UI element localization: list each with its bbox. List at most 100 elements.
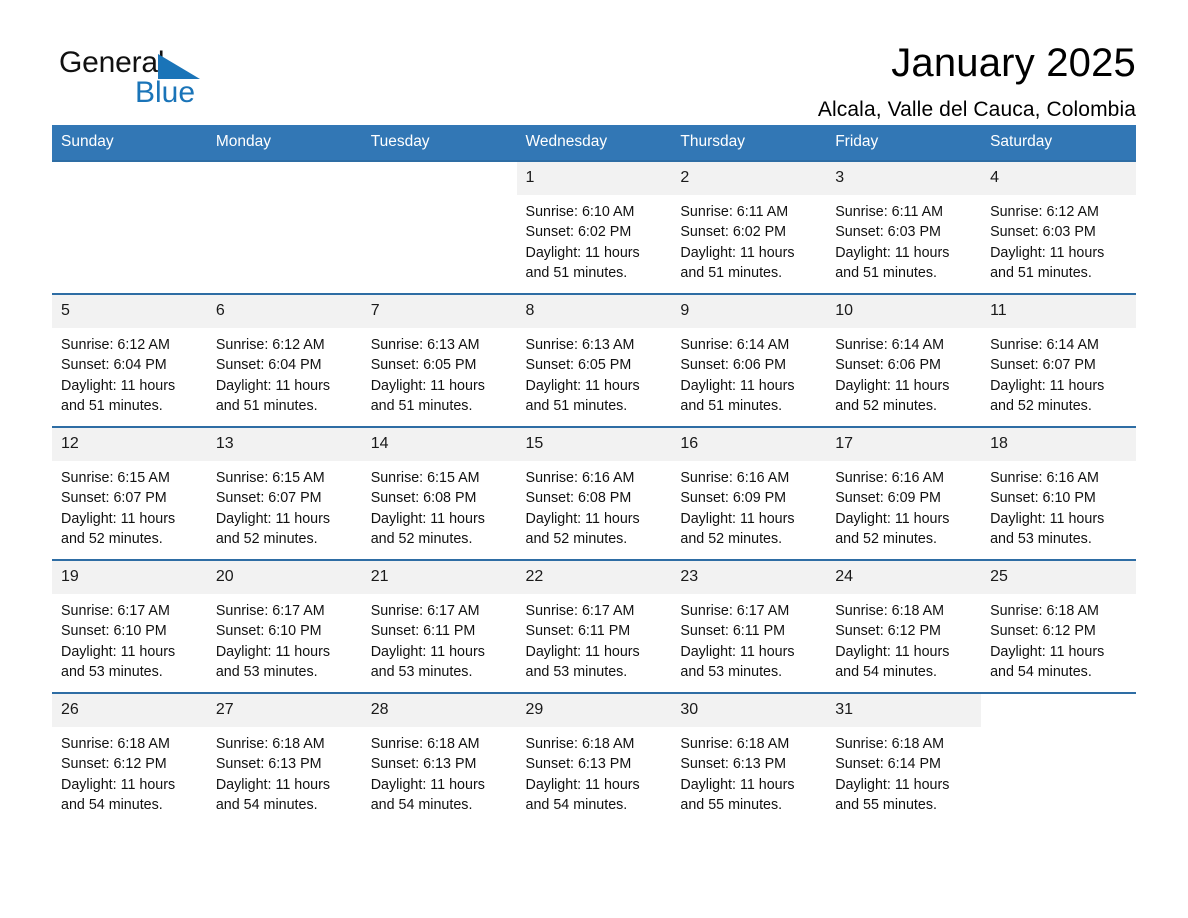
sunset-time: Sunset: 6:10 PM bbox=[990, 490, 1096, 507]
day-number: 7 bbox=[361, 295, 517, 328]
sunset-time: Sunset: 6:10 PM bbox=[61, 623, 167, 640]
day-details: Sunrise: 6:17 AM Sunset: 6:11 PM Daylight:… bbox=[362, 594, 517, 682]
daylight-duration-line2: and 52 minutes. bbox=[835, 397, 937, 414]
sunrise-time: Sunrise: 6:14 AM bbox=[680, 337, 790, 353]
day-number: 20 bbox=[206, 561, 362, 594]
calendar-day-cell[interactable]: 11 Sunrise: 6:14 AM Sunset: 6:07 PM Dayligh… bbox=[981, 293, 1136, 426]
calendar-day-cell[interactable]: 28 Sunrise: 6:18 AM Sunset: 6:13 PM Dayligh… bbox=[361, 692, 517, 825]
sunset-time: Sunset: 6:12 PM bbox=[835, 623, 941, 640]
day-details: Sunrise: 6:17 AM Sunset: 6:11 PM Daylight:… bbox=[517, 594, 672, 682]
calendar-day-cell[interactable]: 2 Sunrise: 6:11 AM Sunset: 6:02 PM Daylight… bbox=[671, 160, 827, 293]
day-details: Sunrise: 6:18 AM Sunset: 6:13 PM Daylight:… bbox=[207, 727, 362, 815]
day-number: 29 bbox=[516, 694, 672, 727]
calendar-day-cell[interactable]: 31 Sunrise: 6:18 AM Sunset: 6:14 PM Dayligh… bbox=[826, 692, 982, 825]
day-number: 8 bbox=[516, 295, 672, 328]
sunrise-time: Sunrise: 6:18 AM bbox=[525, 736, 635, 752]
sunset-time: Sunset: 6:04 PM bbox=[61, 357, 167, 374]
sunset-time: Sunset: 6:08 PM bbox=[525, 490, 632, 507]
calendar-day-cell[interactable]: 10 Sunrise: 6:14 AM Sunset: 6:06 PM Dayligh… bbox=[826, 293, 982, 426]
daylight-duration-line2: and 54 minutes. bbox=[990, 663, 1092, 680]
daylight-duration-line1: Daylight: 11 hours bbox=[680, 643, 795, 660]
sunset-time: Sunset: 6:09 PM bbox=[835, 490, 941, 507]
calendar-day-cell[interactable]: 14 Sunrise: 6:15 AM Sunset: 6:08 PM Dayligh… bbox=[361, 426, 517, 559]
calendar-day-cell[interactable]: 7 Sunrise: 6:13 AM Sunset: 6:05 PM Daylight… bbox=[361, 293, 517, 426]
calendar-day-cell[interactable]: 23 Sunrise: 6:17 AM Sunset: 6:11 PM Dayligh… bbox=[671, 559, 827, 692]
day-number: 3 bbox=[826, 162, 982, 195]
day-number: 26 bbox=[52, 694, 207, 727]
day-details: Sunrise: 6:17 AM Sunset: 6:11 PM Daylight:… bbox=[671, 594, 826, 682]
calendar-day-cell[interactable]: 24 Sunrise: 6:18 AM Sunset: 6:12 PM Dayligh… bbox=[826, 559, 982, 692]
sunset-time: Sunset: 6:03 PM bbox=[835, 224, 941, 241]
sunrise-time: Sunrise: 6:13 AM bbox=[525, 337, 635, 353]
calendar-day-cell[interactable]: 27 Sunrise: 6:18 AM Sunset: 6:13 PM Dayligh… bbox=[206, 692, 362, 825]
weekday-header-sunday: Sunday bbox=[52, 125, 207, 160]
day-details: Sunrise: 6:18 AM Sunset: 6:13 PM Daylight:… bbox=[517, 727, 672, 815]
calendar-day-cell[interactable]: 25 Sunrise: 6:18 AM Sunset: 6:12 PM Dayligh… bbox=[981, 559, 1136, 692]
daylight-duration-line2: and 53 minutes. bbox=[525, 663, 628, 680]
day-number: 24 bbox=[826, 561, 982, 594]
calendar-day-cell[interactable]: 12 Sunrise: 6:15 AM Sunset: 6:07 PM Dayligh… bbox=[52, 426, 207, 559]
daylight-duration-line1: Daylight: 11 hours bbox=[525, 377, 640, 394]
calendar-day-cell[interactable]: 4 Sunrise: 6:12 AM Sunset: 6:03 PM Daylight… bbox=[981, 160, 1136, 293]
day-details: Sunrise: 6:18 AM Sunset: 6:12 PM Daylight:… bbox=[826, 594, 981, 682]
day-number: 9 bbox=[671, 295, 827, 328]
sunrise-time: Sunrise: 6:18 AM bbox=[215, 736, 325, 752]
calendar-day-cell[interactable]: 22 Sunrise: 6:17 AM Sunset: 6:11 PM Dayligh… bbox=[516, 559, 672, 692]
day-number: 13 bbox=[206, 428, 362, 461]
daylight-duration-line2: and 54 minutes. bbox=[370, 796, 473, 813]
day-number: 17 bbox=[826, 428, 982, 461]
calendar-body: 1 Sunrise: 6:10 AM Sunset: 6:02 PM Daylight… bbox=[52, 160, 1136, 825]
sunrise-time: Sunrise: 6:18 AM bbox=[835, 603, 945, 619]
sunrise-time: Sunrise: 6:16 AM bbox=[835, 470, 945, 486]
calendar-day-cell[interactable]: 15 Sunrise: 6:16 AM Sunset: 6:08 PM Dayligh… bbox=[516, 426, 672, 559]
sunset-time: Sunset: 6:10 PM bbox=[215, 623, 322, 640]
calendar-day-cell[interactable]: 9 Sunrise: 6:14 AM Sunset: 6:06 PM Daylight… bbox=[671, 293, 827, 426]
daylight-duration-line1: Daylight: 11 hours bbox=[835, 776, 950, 793]
day-number: 10 bbox=[826, 295, 982, 328]
daylight-duration-line2: and 54 minutes. bbox=[215, 796, 318, 813]
calendar-day-cell[interactable]: 13 Sunrise: 6:15 AM Sunset: 6:07 PM Dayligh… bbox=[206, 426, 362, 559]
calendar-day-cell[interactable]: 18 Sunrise: 6:16 AM Sunset: 6:10 PM Dayligh… bbox=[981, 426, 1136, 559]
calendar-header-row: Sunday Monday Tuesday Wednesday Thursday Frid… bbox=[52, 125, 1136, 160]
calendar-day-cell[interactable]: 26 Sunrise: 6:18 AM Sunset: 6:12 PM Dayligh… bbox=[52, 692, 207, 825]
daylight-duration-line2: and 53 minutes. bbox=[990, 530, 1092, 547]
daylight-duration-line1: Daylight: 11 hours bbox=[835, 244, 950, 261]
day-number: 30 bbox=[671, 694, 827, 727]
calendar-day-cell-empty bbox=[981, 692, 1136, 825]
calendar-day-cell[interactable]: 30 Sunrise: 6:18 AM Sunset: 6:13 PM Dayligh… bbox=[671, 692, 827, 825]
sunrise-time: Sunrise: 6:18 AM bbox=[370, 736, 480, 752]
calendar-day-cell[interactable]: 8 Sunrise: 6:13 AM Sunset: 6:05 PM Daylight… bbox=[516, 293, 672, 426]
day-details: Sunrise: 6:16 AM Sunset: 6:09 PM Daylight:… bbox=[671, 461, 826, 549]
calendar-day-cell[interactable]: 16 Sunrise: 6:16 AM Sunset: 6:09 PM Dayligh… bbox=[671, 426, 827, 559]
daylight-duration-line1: Daylight: 11 hours bbox=[61, 643, 176, 660]
calendar-day-cell[interactable]: 1 Sunrise: 6:10 AM Sunset: 6:02 PM Daylight… bbox=[516, 160, 672, 293]
sunset-time: Sunset: 6:13 PM bbox=[370, 756, 477, 773]
sunset-time: Sunset: 6:05 PM bbox=[525, 357, 632, 374]
daylight-duration-line2: and 51 minutes. bbox=[680, 397, 783, 414]
daylight-duration-line1: Daylight: 11 hours bbox=[680, 377, 795, 394]
logo-text-general: General bbox=[59, 46, 165, 79]
day-details: Sunrise: 6:14 AM Sunset: 6:06 PM Daylight:… bbox=[671, 328, 826, 416]
day-details: Sunrise: 6:18 AM Sunset: 6:14 PM Daylight:… bbox=[826, 727, 981, 815]
calendar-day-cell[interactable]: 20 Sunrise: 6:17 AM Sunset: 6:10 PM Dayligh… bbox=[206, 559, 362, 692]
calendar-day-cell[interactable]: 5 Sunrise: 6:12 AM Sunset: 6:04 PM Daylight… bbox=[52, 293, 207, 426]
sunset-time: Sunset: 6:07 PM bbox=[61, 490, 167, 507]
sunrise-time: Sunrise: 6:15 AM bbox=[61, 470, 170, 486]
sunrise-time: Sunrise: 6:15 AM bbox=[370, 470, 480, 486]
weekday-header-monday: Monday bbox=[206, 125, 362, 160]
sunset-time: Sunset: 6:07 PM bbox=[990, 357, 1096, 374]
weekday-header-wednesday: Wednesday bbox=[516, 125, 672, 160]
calendar-day-cell[interactable]: 29 Sunrise: 6:18 AM Sunset: 6:13 PM Dayligh… bbox=[516, 692, 672, 825]
calendar-day-cell[interactable]: 3 Sunrise: 6:11 AM Sunset: 6:03 PM Daylight… bbox=[826, 160, 982, 293]
daylight-duration-line1: Daylight: 11 hours bbox=[370, 510, 485, 527]
sunset-time: Sunset: 6:02 PM bbox=[525, 224, 632, 241]
sunset-time: Sunset: 6:02 PM bbox=[680, 224, 787, 241]
calendar-day-cell[interactable]: 17 Sunrise: 6:16 AM Sunset: 6:09 PM Dayligh… bbox=[826, 426, 982, 559]
calendar-day-cell[interactable]: 6 Sunrise: 6:12 AM Sunset: 6:04 PM Daylight… bbox=[206, 293, 362, 426]
sunrise-time: Sunrise: 6:14 AM bbox=[990, 337, 1099, 353]
calendar-day-cell[interactable]: 19 Sunrise: 6:17 AM Sunset: 6:10 PM Dayligh… bbox=[52, 559, 207, 692]
calendar-day-cell[interactable]: 21 Sunrise: 6:17 AM Sunset: 6:11 PM Dayligh… bbox=[361, 559, 517, 692]
daylight-duration-line2: and 52 minutes. bbox=[215, 530, 318, 547]
day-number: 15 bbox=[516, 428, 672, 461]
day-details: Sunrise: 6:12 AM Sunset: 6:04 PM Daylight:… bbox=[52, 328, 207, 416]
